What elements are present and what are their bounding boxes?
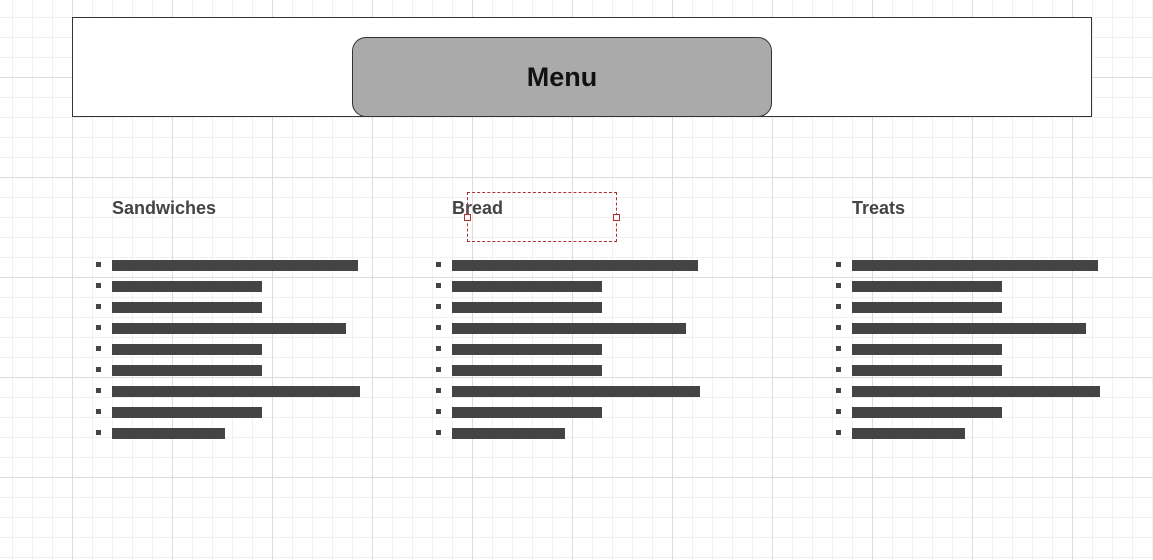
selection-outline xyxy=(464,192,620,242)
bullet-marker xyxy=(836,388,841,393)
bullet-marker xyxy=(436,262,441,267)
placeholder-text-bar xyxy=(112,386,360,397)
bullet-marker xyxy=(96,304,101,309)
bullet-marker xyxy=(96,346,101,351)
placeholder-text-bar xyxy=(452,344,602,355)
diagram-canvas: Menu Sandwiches Bread Treats xyxy=(0,0,1153,560)
placeholder-text-bar xyxy=(112,323,346,334)
resize-handle-left[interactable] xyxy=(464,214,471,221)
bullet-marker xyxy=(836,304,841,309)
placeholder-text-bar xyxy=(452,302,602,313)
bullet-marker xyxy=(836,346,841,351)
bullet-marker xyxy=(96,283,101,288)
bullet-marker xyxy=(836,409,841,414)
menu-title: Menu xyxy=(526,61,598,92)
bullet-marker xyxy=(436,430,441,435)
bullet-marker xyxy=(836,262,841,267)
column-heading[interactable]: Sandwiches xyxy=(112,198,216,218)
placeholder-text-bar xyxy=(452,281,602,292)
placeholder-text-bar xyxy=(852,260,1098,271)
bullet-marker xyxy=(436,346,441,351)
menu-title-box[interactable]: Menu xyxy=(352,37,772,117)
placeholder-text-bar xyxy=(852,344,1002,355)
placeholder-text-bar xyxy=(112,260,358,271)
placeholder-text-bar xyxy=(852,407,1002,418)
bullet-marker xyxy=(436,409,441,414)
bullet-marker xyxy=(836,283,841,288)
bullet-marker xyxy=(96,367,101,372)
placeholder-text-bar xyxy=(112,407,262,418)
placeholder-text-bar xyxy=(852,386,1100,397)
bullet-marker xyxy=(96,325,101,330)
placeholder-text-bar xyxy=(452,428,565,439)
placeholder-text-bar xyxy=(452,260,698,271)
placeholder-text-bar xyxy=(852,428,965,439)
bullet-marker xyxy=(436,367,441,372)
bullet-marker xyxy=(96,430,101,435)
placeholder-text-bar xyxy=(112,281,262,292)
placeholder-text-bar xyxy=(852,302,1002,313)
placeholder-text-bar xyxy=(452,407,602,418)
bullet-marker xyxy=(96,388,101,393)
bullet-marker xyxy=(436,304,441,309)
bullet-marker xyxy=(96,409,101,414)
column-heading[interactable]: Treats xyxy=(852,198,905,218)
placeholder-text-bar xyxy=(452,365,602,376)
bullet-marker xyxy=(436,283,441,288)
bullet-marker xyxy=(836,367,841,372)
placeholder-text-bar xyxy=(852,281,1002,292)
placeholder-text-bar xyxy=(452,386,700,397)
placeholder-text-bar xyxy=(112,302,262,313)
bullet-marker xyxy=(436,388,441,393)
placeholder-text-bar xyxy=(852,365,1002,376)
resize-handle-right[interactable] xyxy=(613,214,620,221)
bullet-marker xyxy=(836,430,841,435)
placeholder-text-bar xyxy=(852,323,1086,334)
placeholder-text-bar xyxy=(112,344,262,355)
placeholder-text-bar xyxy=(112,428,225,439)
bullet-marker xyxy=(436,325,441,330)
bullet-marker xyxy=(96,262,101,267)
placeholder-text-bar xyxy=(112,365,262,376)
bullet-marker xyxy=(836,325,841,330)
placeholder-text-bar xyxy=(452,323,686,334)
